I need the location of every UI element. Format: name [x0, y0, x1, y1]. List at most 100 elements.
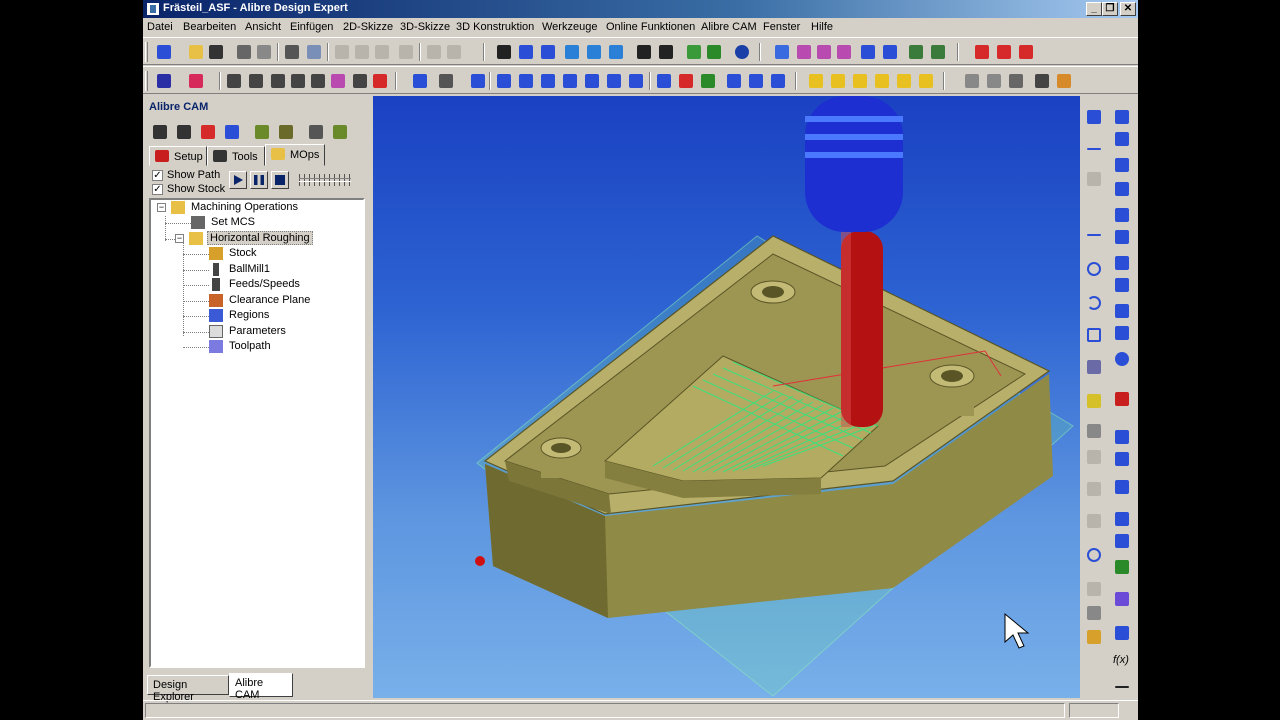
- cut-revolve-icon[interactable]: [1113, 228, 1131, 246]
- pattern-icon[interactable]: [1085, 512, 1103, 530]
- tab-setup[interactable]: Setup: [149, 146, 207, 166]
- menu-werkzeuge[interactable]: Werkzeuge: [542, 21, 597, 33]
- point-icon[interactable]: [815, 43, 833, 61]
- menu-hilfe[interactable]: Hilfe: [811, 21, 833, 33]
- surface-icon[interactable]: [1113, 590, 1131, 608]
- target-icon[interactable]: [1085, 546, 1103, 564]
- circular-pattern-icon[interactable]: [1113, 510, 1131, 528]
- trim-sketch-icon[interactable]: [1085, 448, 1103, 466]
- menu-alibre-cam[interactable]: Alibre CAM: [701, 21, 757, 33]
- export-icon[interactable]: [255, 43, 273, 61]
- plane-icon[interactable]: [773, 43, 791, 61]
- add-icon[interactable]: [1085, 140, 1103, 158]
- measure-icon[interactable]: [881, 43, 899, 61]
- highlight-icon[interactable]: [685, 43, 703, 61]
- offset-icon[interactable]: [309, 72, 327, 90]
- zoom-fit-icon[interactable]: [607, 43, 625, 61]
- tab-tools[interactable]: Tools: [207, 146, 265, 166]
- boolean-icon[interactable]: [1113, 390, 1131, 408]
- feeds-icon[interactable]: [175, 123, 193, 141]
- shell-icon[interactable]: [1113, 276, 1131, 294]
- 3d-viewport[interactable]: [373, 96, 1080, 698]
- loft-icon[interactable]: [1113, 180, 1131, 198]
- render-icon[interactable]: [187, 72, 205, 90]
- show-path-checkbox[interactable]: ✓: [152, 170, 163, 181]
- tool-icon[interactable]: [151, 123, 169, 141]
- settings-icon[interactable]: [1033, 72, 1051, 90]
- mill-2axis-icon[interactable]: [495, 72, 513, 90]
- minimize-button[interactable]: _: [1086, 2, 1102, 16]
- play-button[interactable]: [229, 171, 247, 189]
- constraint-icon[interactable]: [247, 72, 265, 90]
- roughing-icon[interactable]: [655, 72, 673, 90]
- menu-einfuegen[interactable]: Einfügen: [290, 21, 333, 33]
- post-process-icon[interactable]: [769, 72, 787, 90]
- csys-icon[interactable]: [835, 43, 853, 61]
- collapse-root-toggle[interactable]: −: [157, 203, 166, 212]
- print-icon[interactable]: [283, 43, 301, 61]
- copy-icon[interactable]: [353, 43, 371, 61]
- line-gray-icon[interactable]: [1085, 170, 1103, 188]
- toolbar-grip-2[interactable]: [145, 71, 148, 91]
- drill-tool-icon[interactable]: [253, 123, 271, 141]
- pdf-export-icon[interactable]: [1017, 43, 1035, 61]
- circle-icon[interactable]: [1085, 260, 1103, 278]
- cube-iso-icon[interactable]: [917, 72, 935, 90]
- cube-back-icon[interactable]: [829, 72, 847, 90]
- rotate-icon[interactable]: [539, 43, 557, 61]
- stop-button[interactable]: [271, 171, 289, 189]
- hole-pattern-icon[interactable]: [725, 72, 743, 90]
- copy-mop-icon[interactable]: [307, 123, 325, 141]
- pdf-icon[interactable]: [973, 43, 991, 61]
- menu-fenster[interactable]: Fenster: [763, 21, 800, 33]
- revolve-icon[interactable]: [1113, 130, 1131, 148]
- chamfer-icon[interactable]: [1113, 428, 1131, 446]
- open-icon[interactable]: [187, 43, 205, 61]
- hole-icon[interactable]: [1113, 254, 1131, 272]
- menu-datei[interactable]: Datei: [147, 21, 173, 33]
- pdf-multi-icon[interactable]: [995, 43, 1013, 61]
- extend-icon[interactable]: [351, 72, 369, 90]
- check-icon[interactable]: [907, 43, 925, 61]
- pause-button[interactable]: [250, 171, 268, 189]
- menu-3d-konstruktion[interactable]: 3D Konstruktion: [456, 21, 534, 33]
- trim-icon[interactable]: [329, 72, 347, 90]
- new-icon[interactable]: [155, 43, 173, 61]
- zoom-in-icon[interactable]: [563, 43, 581, 61]
- point-sketch-icon[interactable]: [1085, 392, 1103, 410]
- holder-icon[interactable]: [277, 123, 295, 141]
- sheetmetal-icon[interactable]: [1113, 558, 1131, 576]
- toolbar-grip[interactable]: [145, 42, 148, 62]
- draft-icon[interactable]: [1113, 324, 1131, 342]
- import-icon[interactable]: [235, 43, 253, 61]
- fillet-icon[interactable]: [1085, 480, 1103, 498]
- rib-icon[interactable]: [1113, 302, 1131, 320]
- pocket-icon[interactable]: [561, 72, 579, 90]
- sketch-plane-icon[interactable]: [1085, 108, 1103, 126]
- sketch-icon[interactable]: [225, 72, 243, 90]
- tab-mops[interactable]: MOps: [265, 144, 325, 166]
- app-icon[interactable]: [146, 2, 160, 16]
- blend-icon[interactable]: [1113, 450, 1131, 468]
- pencil-trace-icon[interactable]: [699, 72, 717, 90]
- print-preview-icon[interactable]: [305, 43, 323, 61]
- mcs-icon[interactable]: [1055, 72, 1073, 90]
- insert-part-icon[interactable]: [1113, 624, 1131, 642]
- display-mode-icon[interactable]: [155, 72, 173, 90]
- drill-icon[interactable]: [539, 72, 557, 90]
- show-stock-checkbox[interactable]: ✓: [152, 184, 163, 195]
- bulb-icon[interactable]: [1085, 580, 1103, 598]
- mill-3axis-icon[interactable]: [517, 72, 535, 90]
- speed-slider[interactable]: [299, 174, 351, 188]
- rectangle-icon[interactable]: [1085, 326, 1103, 344]
- table-icon[interactable]: [859, 43, 877, 61]
- facing-icon[interactable]: [605, 72, 623, 90]
- snap-icon[interactable]: [985, 72, 1003, 90]
- save-icon[interactable]: [207, 43, 225, 61]
- profile-icon[interactable]: [583, 72, 601, 90]
- dimension-icon[interactable]: [269, 72, 287, 90]
- flag-icon[interactable]: [705, 43, 723, 61]
- previous-view-icon[interactable]: [635, 43, 653, 61]
- redo-icon[interactable]: [445, 43, 463, 61]
- spline-icon[interactable]: [1085, 358, 1103, 376]
